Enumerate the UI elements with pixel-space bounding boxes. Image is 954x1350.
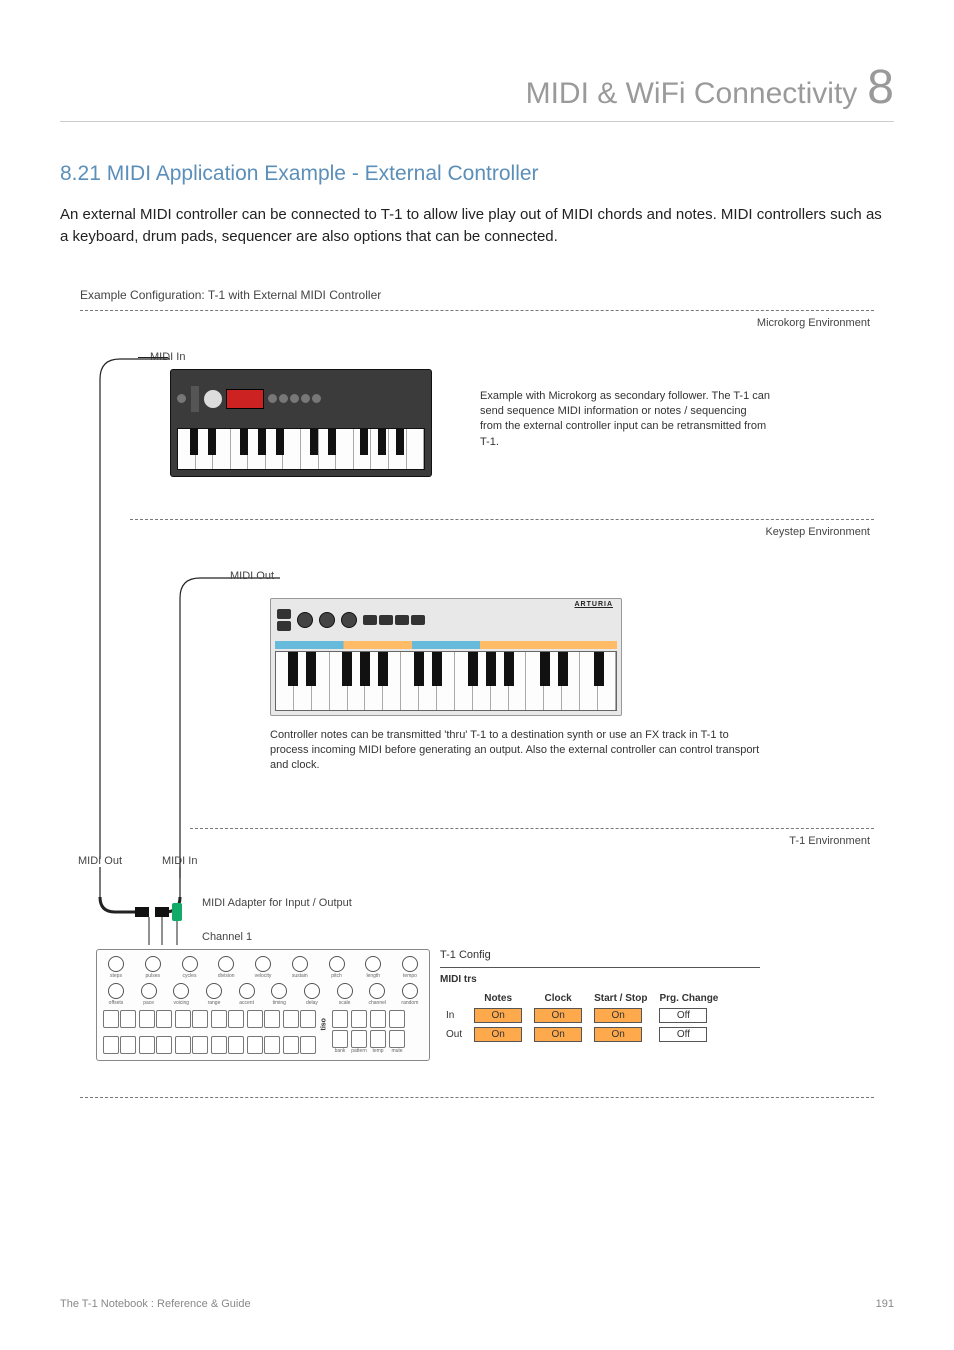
t1-knob-tempo: tempo: [397, 956, 423, 979]
t1-knob-division: division: [213, 956, 239, 979]
config-cell: On: [594, 1027, 642, 1042]
footer-left: The T-1 Notebook : Reference & Guide: [60, 1298, 251, 1310]
adapter-label: MIDI Adapter for Input / Output: [202, 897, 352, 909]
config-col-start-stop: Start / Stop: [588, 991, 653, 1006]
t1-knob-pace: pace: [136, 983, 162, 1006]
chapter-title: MIDI & WiFi Connectivity: [526, 77, 858, 111]
config-sub: MIDI trs: [440, 974, 760, 985]
t1-pad-bank: bank: [332, 1030, 348, 1054]
config-table: NotesClockStart / StopPrg. Change In On On…: [440, 991, 724, 1044]
env2-caption: Controller notes can be transmitted 'thr…: [270, 728, 770, 774]
t1-pad-temp: temp: [370, 1030, 386, 1054]
t1-knob-random: random: [397, 983, 423, 1006]
config-row-in: In: [440, 1006, 468, 1025]
env1-label: Microkorg Environment: [80, 311, 874, 329]
env2-label: Keystep Environment: [80, 520, 874, 538]
diagram: Microkorg Environment MIDI In: [80, 310, 874, 1098]
midi-in-label-t1: MIDI In: [162, 855, 197, 867]
body-text: An external MIDI controller can be conne…: [60, 204, 894, 248]
channel-label: Channel 1: [202, 931, 252, 943]
section-heading: 8.21 MIDI Application Example - External…: [60, 162, 894, 186]
footer-page-number: 191: [876, 1298, 894, 1310]
midi-out-label-t1: MIDI Out: [78, 855, 122, 867]
t1-knob-offsets: offsets: [103, 983, 129, 1006]
t1-knob-velocity: velocity: [250, 956, 276, 979]
config-col-notes: Notes: [468, 991, 528, 1006]
t1-pad-pattern: pattern: [351, 1030, 367, 1054]
t1-knob-delay: delay: [299, 983, 325, 1006]
t1-pad-bank: [332, 1010, 348, 1028]
config-cell: On: [534, 1008, 582, 1023]
env1-caption: Example with Microkorg as secondary foll…: [480, 389, 770, 451]
config-cell: Off: [659, 1027, 707, 1042]
keystep-device: ARTURIA: [270, 598, 622, 716]
t1-pad-pattern: [351, 1010, 367, 1028]
config-cell: Off: [659, 1008, 707, 1023]
config-cell: On: [474, 1008, 522, 1023]
config-title: T-1 Config: [440, 949, 760, 961]
t1-device: steps pulses cycles division velocity sustain…: [96, 949, 430, 1061]
t1-knob-length: length: [360, 956, 386, 979]
midi-adapter-icon: [80, 867, 280, 957]
example-config-label: Example Configuration: T-1 with External…: [80, 288, 894, 302]
page-footer: The T-1 Notebook : Reference & Guide 191: [60, 1298, 894, 1310]
t1-knob-accent: accent: [234, 983, 260, 1006]
env3-label: T-1 Environment: [80, 829, 874, 847]
t1-knob-pitch: pitch: [324, 956, 350, 979]
t1-knob-voicing: voicing: [168, 983, 194, 1006]
t1-knob-channel: channel: [364, 983, 390, 1006]
t1-pad-mute: [389, 1010, 405, 1028]
t1-knob-pulses: pulses: [140, 956, 166, 979]
t1-pad-temp: [370, 1010, 386, 1028]
config-cell: On: [534, 1027, 582, 1042]
chapter-header: MIDI & WiFi Connectivity 8: [60, 60, 894, 122]
config-col-clock: Clock: [528, 991, 588, 1006]
midi-out-label-keystep: MIDI Out: [230, 570, 274, 582]
config-cell: On: [474, 1027, 522, 1042]
arturia-brand: ARTURIA: [575, 601, 614, 608]
t1-knob-steps: steps: [103, 956, 129, 979]
config-row-out: Out: [440, 1025, 468, 1044]
t1-knob-scale: scale: [332, 983, 358, 1006]
config-cell: On: [594, 1008, 642, 1023]
t1-logo: tiso: [321, 1018, 328, 1030]
t1-knob-sustain: sustain: [287, 956, 313, 979]
t1-pad-mute: mute: [389, 1030, 405, 1054]
t1-config-block: T-1 Config MIDI trs NotesClockStart / St…: [440, 949, 760, 1044]
chapter-number: 8: [867, 60, 894, 115]
t1-knob-cycles: cycles: [177, 956, 203, 979]
microkorg-device: [170, 369, 432, 477]
t1-knob-timing: timing: [266, 983, 292, 1006]
t1-knob-range: range: [201, 983, 227, 1006]
config-col-prg-change: Prg. Change: [653, 991, 724, 1006]
